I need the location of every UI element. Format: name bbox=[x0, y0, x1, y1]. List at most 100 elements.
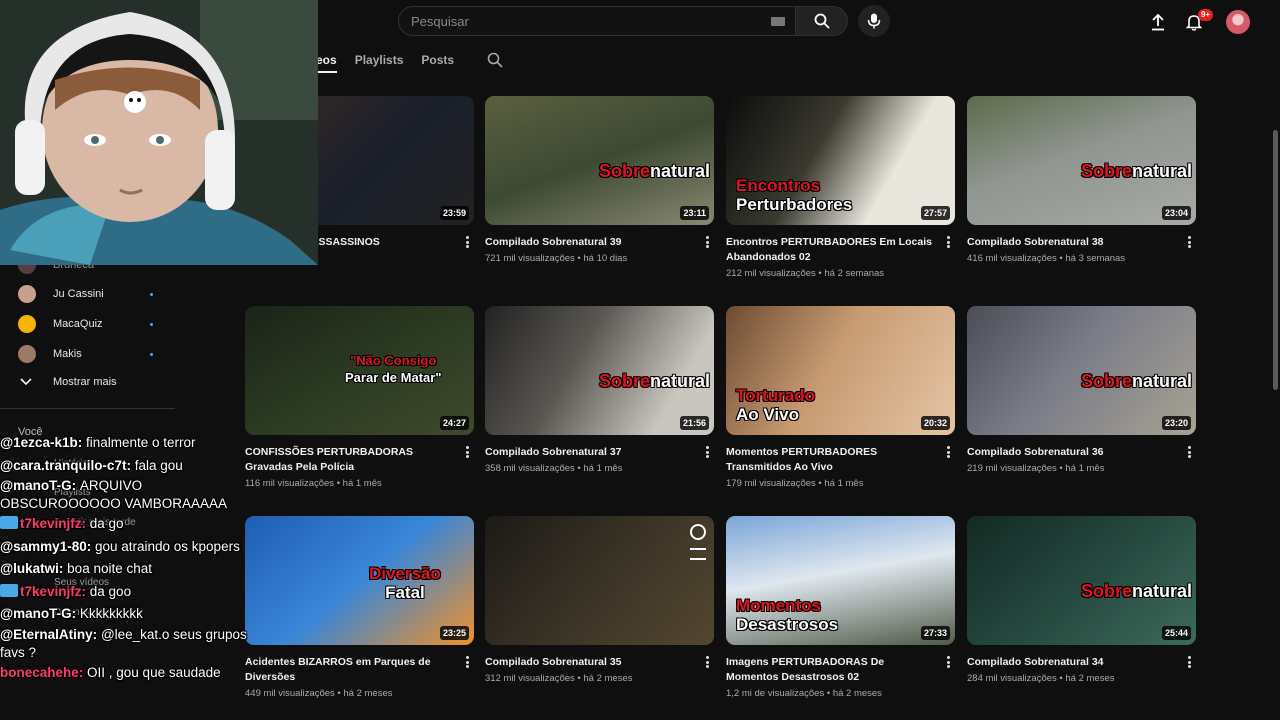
video-card[interactable]: "Não Consigo Parar de Matar" 24:27 CONFISSÕ… bbox=[245, 306, 474, 489]
chat-text: fala gou bbox=[134, 457, 183, 473]
video-meta: 312 mil visualizações • há 2 meses bbox=[485, 673, 633, 684]
show-more-button[interactable]: Mostrar mais bbox=[20, 376, 117, 388]
more-options-icon[interactable] bbox=[1188, 236, 1191, 248]
tab-videos[interactable]: eos bbox=[316, 53, 337, 73]
video-title[interactable]: Encontros PERTURBADORES Em Locais Abando… bbox=[726, 235, 955, 265]
account-avatar[interactable] bbox=[1226, 10, 1250, 34]
thumbnail-overlay-text: Sobrenatural bbox=[1081, 582, 1192, 601]
video-duration: 23:11 bbox=[680, 206, 709, 220]
channel-search-icon[interactable] bbox=[487, 52, 503, 68]
video-thumbnail[interactable]: Sobrenatural 25:44 bbox=[967, 516, 1196, 645]
video-card[interactable]: Torturado Ao Vivo 20:32 Momentos PERTURBADO… bbox=[726, 306, 955, 489]
create-button[interactable] bbox=[1146, 8, 1170, 36]
video-title[interactable]: Compilado Sobrenatural 37 bbox=[485, 445, 714, 460]
video-meta: 358 mil visualizações • há 1 mês bbox=[485, 463, 623, 474]
sidebar-item-label: MacaQuiz bbox=[53, 318, 103, 330]
chat-text: boa noite chat bbox=[67, 561, 152, 576]
sidebar-item-makis[interactable]: Makis bbox=[18, 345, 153, 363]
thumbnail-overlay-text: "Não Consigo Parar de Matar" bbox=[345, 352, 441, 386]
overlay-line-1: Momentos bbox=[736, 596, 821, 615]
video-title[interactable]: Compilado Sobrenatural 35 bbox=[485, 655, 714, 670]
notification-badge: 9+ bbox=[1198, 9, 1214, 21]
more-options-icon[interactable] bbox=[466, 236, 469, 248]
chat-message: @sammy1-80: gou atraindo os kpopers bbox=[0, 536, 262, 559]
video-thumbnail[interactable]: Momentos Desastrosos 27:33 bbox=[726, 516, 955, 645]
more-options-icon[interactable] bbox=[1188, 446, 1191, 458]
add-to-queue-icon[interactable] bbox=[690, 548, 706, 560]
search-button[interactable] bbox=[796, 6, 848, 36]
video-title[interactable]: Compilado Sobrenatural 34 bbox=[967, 655, 1196, 670]
video-card[interactable]: Encontros Perturbadores 27:57 Encontros PER… bbox=[726, 96, 955, 279]
video-meta: 416 mil visualizações • há 3 semanas bbox=[967, 253, 1126, 264]
more-options-icon[interactable] bbox=[947, 446, 950, 458]
watch-later-icon[interactable] bbox=[690, 524, 706, 540]
sidebar-item-macaquiz[interactable]: MacaQuiz bbox=[18, 315, 153, 333]
new-content-dot bbox=[150, 352, 153, 356]
page-scrollbar[interactable] bbox=[1273, 130, 1278, 390]
video-title[interactable]: CONFISSÕES PERTURBADORAS Gravadas Pela P… bbox=[245, 445, 474, 475]
video-meta: 284 mil visualizações • há 2 meses bbox=[967, 673, 1115, 684]
chat-username: @lukatwi: bbox=[0, 561, 68, 576]
video-title[interactable]: Compilado Sobrenatural 36 bbox=[967, 445, 1196, 460]
channel-avatar bbox=[18, 345, 36, 363]
chat-username: @EternalAtiny: bbox=[0, 626, 101, 642]
vip-badge-icon bbox=[0, 583, 18, 597]
video-thumbnail[interactable]: Torturado Ao Vivo 20:32 bbox=[726, 306, 955, 435]
video-thumbnail[interactable]: Sobrenatural 21:56 bbox=[485, 306, 714, 435]
video-card[interactable]: Compilado Sobrenatural 35 312 mil visuali… bbox=[485, 516, 714, 684]
video-title[interactable]: Compilado Sobrenatural 39 bbox=[485, 235, 714, 250]
voice-search-button[interactable] bbox=[858, 5, 890, 37]
more-options-icon[interactable] bbox=[947, 236, 950, 248]
keyboard-icon[interactable] bbox=[771, 16, 785, 26]
video-title[interactable]: Imagens PERTURBADORAS De Momentos Desast… bbox=[726, 655, 955, 685]
video-card[interactable]: Sobrenatural 23:04 Compilado Sobrenatural … bbox=[967, 96, 1196, 264]
chat-username: t7kevinjfz: bbox=[20, 516, 90, 531]
channel-tabs: eos Playlists Posts bbox=[316, 50, 503, 73]
video-thumbnail[interactable]: Sobrenatural 23:04 bbox=[967, 96, 1196, 225]
video-card[interactable]: Momentos Desastrosos 27:33 Imagens PERTURBA… bbox=[726, 516, 955, 699]
more-options-icon[interactable] bbox=[466, 446, 469, 458]
chat-message: t7kevinjfz: da go bbox=[0, 513, 262, 536]
more-options-icon[interactable] bbox=[706, 236, 709, 248]
video-card[interactable]: Sobrenatural 23:20 Compilado Sobrenatural … bbox=[967, 306, 1196, 474]
sidebar-item-ju-cassini[interactable]: Ju Cassini bbox=[18, 285, 153, 303]
overlay-line-1: Encontros bbox=[736, 176, 821, 195]
video-card[interactable]: Sobrenatural 23:11 Compilado Sobrenatural … bbox=[485, 96, 714, 264]
overlay-text-white: natural bbox=[1131, 161, 1192, 181]
video-card[interactable]: Diversão Fatal 23:25 Acidentes BIZARROS em … bbox=[245, 516, 474, 699]
video-thumbnail[interactable]: Sobrenatural 23:20 bbox=[967, 306, 1196, 435]
more-options-icon[interactable] bbox=[947, 656, 950, 668]
video-title[interactable]: Compilado Sobrenatural 38 bbox=[967, 235, 1196, 250]
video-duration: 23:25 bbox=[439, 626, 469, 640]
video-duration: 27:33 bbox=[920, 626, 950, 640]
chat-username: @sammy1-80: bbox=[0, 538, 95, 554]
chat-message: @cara.tranquilo-c7t: fala gou bbox=[0, 455, 262, 478]
video-title[interactable]: Momentos PERTURBADORES Transmitidos Ao V… bbox=[726, 445, 955, 475]
video-duration: 23:20 bbox=[1161, 416, 1191, 430]
chat-text: gou atraindo os kpopers bbox=[94, 538, 240, 554]
chat-text: da go bbox=[89, 516, 124, 531]
video-thumbnail[interactable]: Diversão Fatal 23:25 bbox=[245, 516, 474, 645]
video-thumbnail[interactable]: Encontros Perturbadores 27:57 bbox=[726, 96, 955, 225]
video-card[interactable]: Sobrenatural 21:56 Compilado Sobrenatural … bbox=[485, 306, 714, 474]
overlay-text-white: natural bbox=[1131, 371, 1192, 391]
overlay-line-2: Perturbadores bbox=[736, 195, 853, 214]
search-input[interactable]: Pesquisar bbox=[398, 6, 796, 36]
more-options-icon[interactable] bbox=[706, 446, 709, 458]
thumbnail-overlay-text: Diversão Fatal bbox=[369, 564, 441, 602]
video-card[interactable]: Sobrenatural 25:44 Compilado Sobrenatural … bbox=[967, 516, 1196, 684]
tab-posts[interactable]: Posts bbox=[421, 53, 454, 67]
more-options-icon[interactable] bbox=[466, 656, 469, 668]
video-meta: 721 mil visualizações • há 10 dias bbox=[485, 253, 628, 264]
video-thumbnail[interactable] bbox=[485, 516, 714, 645]
more-options-icon[interactable] bbox=[1188, 656, 1191, 668]
tab-playlists[interactable]: Playlists bbox=[355, 53, 404, 67]
thumbnail-overlay-text: Sobrenatural bbox=[599, 162, 710, 181]
video-title[interactable]: Acidentes BIZARROS em Parques de Diversõ… bbox=[245, 655, 474, 685]
overlay-text-red: Sobre bbox=[1080, 371, 1132, 391]
chat-message: @manoT-G: ARQUIVO OBSCUROOOOOO VAMBORAAA… bbox=[0, 477, 262, 513]
overlay-line-1: Diversão bbox=[369, 564, 441, 583]
video-thumbnail[interactable]: Sobrenatural 23:11 bbox=[485, 96, 714, 225]
more-options-icon[interactable] bbox=[706, 656, 709, 668]
video-thumbnail[interactable]: "Não Consigo Parar de Matar" 24:27 bbox=[245, 306, 474, 435]
